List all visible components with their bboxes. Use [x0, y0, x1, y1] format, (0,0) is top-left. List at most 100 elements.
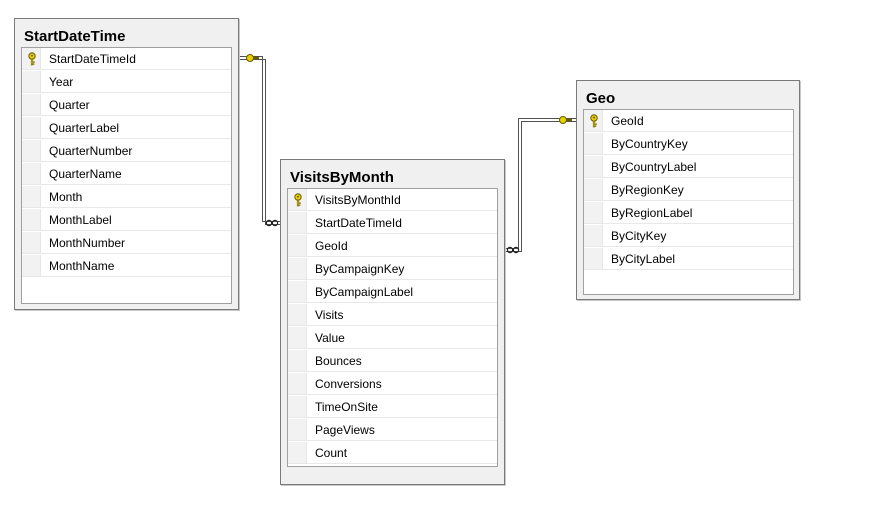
column-row[interactable]: Quarter	[22, 94, 231, 116]
row-selector[interactable]	[22, 117, 41, 138]
row-selector[interactable]	[584, 133, 603, 154]
column-name: ByRegionLabel	[611, 206, 693, 220]
column-row[interactable]: Value	[288, 327, 497, 349]
column-row[interactable]: Year	[22, 71, 231, 93]
row-selector[interactable]	[288, 281, 307, 302]
column-name: ByCampaignLabel	[315, 285, 414, 299]
row-selector[interactable]	[584, 225, 603, 246]
column-name: StartDateTimeId	[315, 216, 402, 230]
key-icon	[28, 52, 36, 66]
row-selector[interactable]	[288, 327, 307, 348]
column-row[interactable]: ByCityKey	[584, 225, 793, 247]
column-row[interactable]: GeoId	[288, 235, 497, 257]
row-selector[interactable]	[22, 163, 41, 184]
column-row[interactable]: ByCampaignLabel	[288, 281, 497, 303]
column-name: TimeOnSite	[315, 400, 378, 414]
column-name: Value	[315, 331, 345, 345]
column-row[interactable]: StartDateTimeId	[22, 48, 231, 70]
table-title: StartDateTime	[24, 28, 126, 45]
column-name: MonthLabel	[49, 213, 112, 227]
column-name: ByCampaignKey	[315, 262, 405, 276]
key-icon	[590, 114, 598, 128]
column-row[interactable]: MonthName	[22, 255, 231, 277]
column-name: PageViews	[315, 423, 375, 437]
column-row[interactable]: ByCityLabel	[584, 248, 793, 270]
row-selector[interactable]	[288, 235, 307, 256]
column-name: QuarterNumber	[49, 144, 133, 158]
column-row[interactable]: ByCountryKey	[584, 133, 793, 155]
row-selector[interactable]	[288, 350, 307, 371]
column-name: Year	[49, 75, 74, 89]
column-name: ByCityLabel	[611, 252, 676, 266]
row-selector[interactable]	[288, 212, 307, 233]
column-list: VisitsByMonthId StartDateTimeId GeoId ByCam…	[287, 188, 498, 467]
row-selector[interactable]	[22, 140, 41, 161]
row-selector[interactable]	[22, 48, 41, 69]
row-selector[interactable]	[22, 71, 41, 92]
column-name: ByCountryLabel	[611, 160, 697, 174]
column-row[interactable]: QuarterLabel	[22, 117, 231, 139]
column-row[interactable]: Month	[22, 186, 231, 208]
column-row[interactable]: QuarterNumber	[22, 140, 231, 162]
column-row[interactable]: QuarterName	[22, 163, 231, 185]
column-list: StartDateTimeId Year Quarter QuarterLabel Qu…	[21, 47, 232, 304]
row-selector[interactable]	[584, 248, 603, 269]
row-selector[interactable]	[288, 419, 307, 440]
table-geo[interactable]: Geo GeoId ByCountryKey ByCountryLabel ByReg…	[576, 80, 800, 300]
row-selector[interactable]	[288, 189, 307, 210]
column-name: ByCountryKey	[611, 137, 688, 151]
column-name: VisitsByMonthId	[315, 193, 401, 207]
column-row[interactable]: Count	[288, 442, 497, 464]
column-row[interactable]: TimeOnSite	[288, 396, 497, 418]
table-title: Geo	[586, 90, 616, 107]
column-row[interactable]: ByCountryLabel	[584, 156, 793, 178]
row-selector[interactable]	[288, 373, 307, 394]
column-row[interactable]: VisitsByMonthId	[288, 189, 497, 211]
column-name: ByCityKey	[611, 229, 667, 243]
column-row[interactable]: ByCampaignKey	[288, 258, 497, 280]
column-row[interactable]: Bounces	[288, 350, 497, 372]
row-selector[interactable]	[288, 304, 307, 325]
column-row[interactable]: MonthLabel	[22, 209, 231, 231]
row-selector[interactable]	[584, 179, 603, 200]
many-end-infinity-icon	[506, 246, 520, 254]
table-startdatetime[interactable]: StartDateTime StartDateTimeId Year Quarter…	[14, 18, 239, 310]
column-name: Month	[49, 190, 83, 204]
column-name: GeoId	[611, 114, 644, 128]
column-name: ByRegionKey	[611, 183, 684, 197]
row-selector[interactable]	[288, 442, 307, 463]
column-name: Count	[315, 446, 348, 460]
column-name: Conversions	[315, 377, 382, 391]
one-end-key-icon	[559, 116, 572, 124]
column-row[interactable]: PageViews	[288, 419, 497, 441]
column-name: StartDateTimeId	[49, 52, 136, 66]
column-row[interactable]: MonthNumber	[22, 232, 231, 254]
column-row[interactable]: StartDateTimeId	[288, 212, 497, 234]
column-row[interactable]: ByRegionKey	[584, 179, 793, 201]
column-row[interactable]: Visits	[288, 304, 497, 326]
row-selector[interactable]	[288, 258, 307, 279]
row-selector[interactable]	[22, 209, 41, 230]
column-name: MonthNumber	[49, 236, 126, 250]
column-list: GeoId ByCountryKey ByCountryLabel ByRegionK…	[583, 109, 794, 295]
column-row[interactable]: GeoId	[584, 110, 793, 132]
row-selector[interactable]	[22, 94, 41, 115]
row-selector[interactable]	[288, 396, 307, 417]
row-selector[interactable]	[22, 186, 41, 207]
column-name: Quarter	[49, 98, 90, 112]
relationship-startdatetime-visitsbymonth[interactable]	[239, 54, 280, 227]
column-name: GeoId	[315, 239, 348, 253]
row-selector[interactable]	[22, 255, 41, 276]
row-selector[interactable]	[22, 232, 41, 253]
row-selector[interactable]	[584, 156, 603, 177]
relationship-geo-visitsbymonth[interactable]	[505, 116, 576, 254]
one-end-key-icon	[246, 54, 259, 62]
column-row[interactable]: Conversions	[288, 373, 497, 395]
many-end-infinity-icon	[265, 219, 279, 227]
column-name: QuarterLabel	[49, 121, 120, 135]
column-name: Visits	[315, 308, 344, 322]
table-visitsbymonth[interactable]: VisitsByMonth VisitsByMonthId StartDateTi…	[280, 159, 505, 485]
column-row[interactable]: ByRegionLabel	[584, 202, 793, 224]
row-selector[interactable]	[584, 110, 603, 131]
row-selector[interactable]	[584, 202, 603, 223]
